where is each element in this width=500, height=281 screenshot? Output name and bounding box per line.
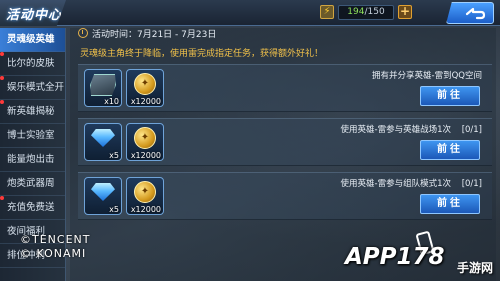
back-button[interactable] (446, 2, 494, 24)
sidebar-item-label: 炮类武器周 (7, 178, 55, 189)
sidebar-item-cannon-week[interactable]: 炮类武器周 (0, 172, 65, 196)
sidebar-item-label: 能量炮出击 (7, 154, 55, 165)
task-text: 拥有并分享英雄-雷到QQ空间 (372, 71, 482, 81)
go-button[interactable]: 前往 (420, 86, 480, 106)
reward-slot[interactable]: ✦ x12000 (126, 177, 164, 215)
sidebar-item-label: 博士实验室 (7, 130, 55, 141)
notification-dot (0, 52, 4, 56)
diamond-icon (91, 129, 115, 147)
sidebar-item-label: 灵魂级英雄 (7, 34, 55, 45)
task-progress: [0/1] (461, 125, 482, 135)
reward-quantity: x12000 (130, 205, 161, 214)
task-row: x5 ✦ x12000 使用英雄-雷参与组队模式1次 [0/1] 前往 (78, 172, 492, 220)
sidebar-item-bill-skin[interactable]: 比尔的皮肤 (0, 52, 65, 76)
emblem-icon (88, 74, 117, 96)
task-text: 使用英雄-雷参与英雄战场1次 (340, 125, 451, 135)
notification-dot (0, 100, 4, 104)
sidebar-item-label: 娱乐模式全开 (7, 82, 65, 93)
sidebar-item-label: 比尔的皮肤 (7, 58, 55, 69)
top-bar: 活动中心 ⚡ 194/150 + (0, 0, 500, 26)
reward-slot[interactable]: ✦ x12000 (126, 123, 164, 161)
sidebar-item-new-hero[interactable]: 新英雄揭秘 (0, 100, 65, 124)
gold-coin-icon: ✦ (134, 73, 156, 95)
reward-quantity: x12000 (130, 151, 161, 160)
copyright-notice: ©TENCENT © KONAMI (20, 233, 90, 261)
add-stamina-button[interactable]: + (398, 5, 412, 19)
task-row: x10 ✦ x12000 拥有并分享英雄-雷到QQ空间 前往 (78, 64, 492, 112)
gold-coin-icon: ✦ (134, 181, 156, 203)
activity-description: 灵魂级主角终于降临，使用雷完成指定任务，获得额外好礼！ (80, 49, 324, 59)
copyright-tencent: ©TENCENT (20, 233, 91, 246)
task-row: x5 ✦ x12000 使用英雄-雷参与英雄战场1次 [0/1] 前往 (78, 118, 492, 166)
activity-time: 活动时间：7月21日 - 7月23日 (92, 30, 217, 40)
reward-slot[interactable]: x10 (84, 69, 122, 107)
sidebar-item-label: 充值免费送 (7, 202, 55, 213)
clock-icon (78, 28, 88, 38)
sidebar-item-soul-hero[interactable]: 灵魂级英雄 (0, 28, 65, 52)
lightning-icon: ⚡ (320, 5, 334, 19)
task-description: 使用英雄-雷参与组队模式1次 [0/1] (341, 177, 483, 189)
stamina-counter: 194/150 (338, 5, 394, 20)
stamina-current: 194 (347, 7, 365, 17)
stamina-max: /150 (364, 7, 385, 17)
sidebar-item-lab[interactable]: 博士实验室 (0, 124, 65, 148)
watermark-sub: 手游网 (457, 261, 494, 275)
watermark-brand: APP178 (345, 244, 445, 270)
title-plate: 活动中心 (0, 0, 66, 26)
task-description: 拥有并分享英雄-雷到QQ空间 (372, 69, 482, 81)
notification-dot (0, 76, 4, 80)
activity-time-row: 活动时间：7月21日 - 7月23日 (70, 28, 496, 43)
go-button[interactable]: 前往 (420, 140, 480, 160)
go-button[interactable]: 前往 (420, 194, 480, 214)
page-title: 活动中心 (6, 8, 63, 23)
gold-coin-icon: ✦ (134, 127, 156, 149)
return-arrow-icon (465, 7, 486, 20)
reward-slot[interactable]: x5 (84, 123, 122, 161)
site-watermark: APP178 手游网 (345, 244, 495, 278)
diamond-icon (91, 183, 115, 201)
reward-quantity: x12000 (130, 97, 161, 106)
task-progress: [0/1] (461, 179, 482, 189)
task-description: 使用英雄-雷参与英雄战场1次 [0/1] (341, 123, 483, 135)
sidebar-item-energy-cannon[interactable]: 能量炮出击 (0, 148, 65, 172)
copyright-konami: © KONAMI (20, 247, 87, 260)
sidebar-item-label: 新英雄揭秘 (7, 106, 55, 117)
notification-dot (0, 196, 4, 200)
reward-quantity: x5 (109, 205, 119, 214)
sidebar-item-fun-mode[interactable]: 娱乐模式全开 (0, 76, 65, 100)
task-text: 使用英雄-雷参与组队模式1次 (340, 179, 451, 189)
reward-quantity: x10 (104, 97, 119, 106)
sidebar-item-recharge[interactable]: 充值免费送 (0, 196, 65, 220)
reward-slot[interactable]: ✦ x12000 (126, 69, 164, 107)
reward-slot[interactable]: x5 (84, 177, 122, 215)
reward-quantity: x5 (109, 151, 119, 160)
